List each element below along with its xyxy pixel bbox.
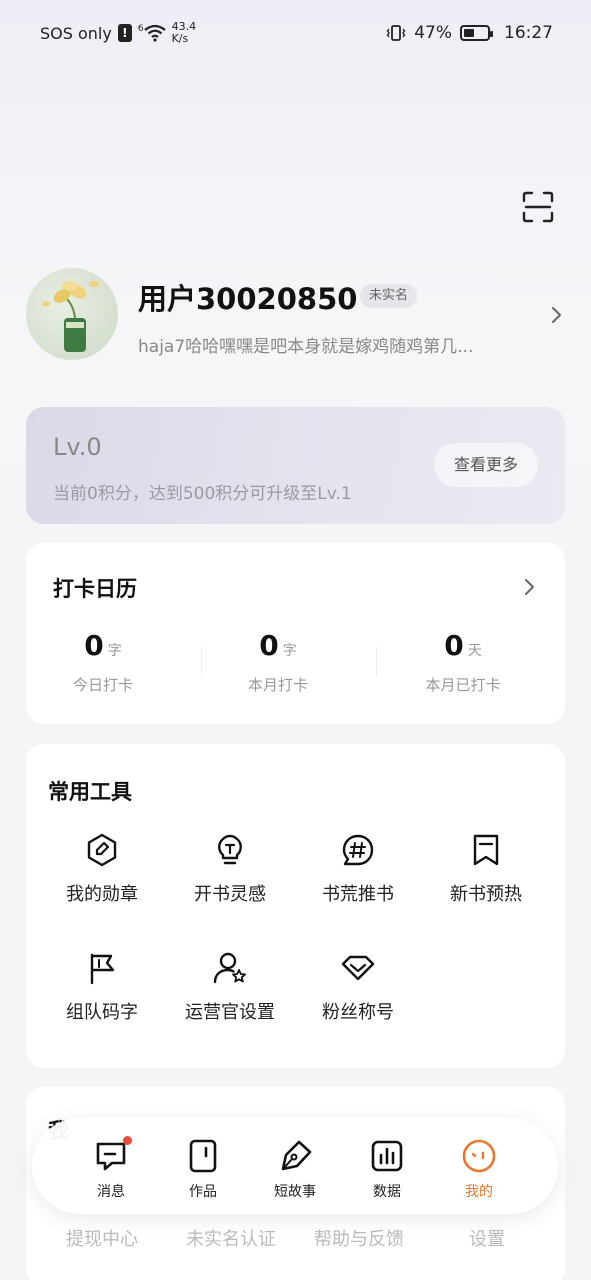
- vibrate-icon: [386, 25, 406, 41]
- profile-face-icon: [462, 1139, 496, 1173]
- battery-fill: [464, 29, 475, 37]
- verify-status-badge: 未实名: [360, 284, 418, 308]
- tool-label: 运营官设置: [185, 1002, 275, 1023]
- stat-value: 0: [259, 629, 279, 662]
- pen-icon: [281, 1140, 312, 1171]
- clock: 16:27: [504, 23, 553, 43]
- stat-label: 本月打卡: [247, 676, 308, 694]
- tool-label: 组队码字: [66, 1002, 138, 1023]
- nav-data[interactable]: 数据: [352, 1138, 422, 1201]
- stat-unit: 天: [467, 643, 482, 659]
- level-title: Lv.0: [53, 433, 102, 461]
- nav-label: 我的: [465, 1184, 493, 1200]
- tool-new-book-preheat[interactable]: 新书预热: [422, 832, 550, 906]
- stat-unit: 字: [107, 643, 122, 659]
- chart-icon: [371, 1140, 403, 1172]
- tool-book-inspiration[interactable]: 开书灵感: [166, 832, 294, 906]
- status-right: 47% 16:27: [386, 23, 553, 43]
- network-speed: 43.4 K/s: [172, 21, 197, 45]
- stat-value: 0: [444, 629, 464, 662]
- tool-label: 书荒推书: [322, 884, 394, 905]
- divider: [201, 647, 202, 677]
- user-star-icon: [213, 952, 246, 984]
- lightbulb-icon: [218, 834, 242, 865]
- scan-icon[interactable]: [522, 191, 554, 223]
- stat-unit: 字: [282, 643, 297, 659]
- profile-header[interactable]: 用户30020850 未实名 haja7哈哈嘿嘿是吧本身就是嫁鸡随鸡第几...: [26, 268, 565, 362]
- tool-label: 新书预热: [450, 884, 522, 905]
- withdraw-center-item[interactable]: 提现中心: [37, 1225, 167, 1251]
- unread-badge: [123, 1136, 132, 1145]
- wifi-icon: 6: [138, 24, 166, 42]
- username: 用户30020850: [138, 282, 358, 316]
- chevron-right-icon[interactable]: [523, 578, 535, 596]
- hashtag-bubble-icon: [342, 834, 374, 866]
- works-icon: [189, 1139, 217, 1173]
- alert-icon: !: [117, 24, 132, 42]
- tool-label: 开书灵感: [194, 884, 266, 905]
- avatar-plant-icon: [42, 281, 99, 352]
- tool-label: 我的勋章: [66, 884, 138, 905]
- stat-today: 0字 今日打卡: [28, 629, 178, 695]
- nav-mine[interactable]: 我的: [444, 1138, 514, 1201]
- nav-messages[interactable]: 消息: [76, 1136, 146, 1201]
- avatar[interactable]: [26, 268, 118, 360]
- bottom-nav: 消息 作品 短故事 数据 我的: [32, 1118, 558, 1214]
- tool-team-writing[interactable]: 组队码字: [38, 950, 166, 1024]
- view-more-button[interactable]: 查看更多: [434, 443, 538, 487]
- tool-my-medals[interactable]: 我的勋章: [38, 832, 166, 906]
- app-screen: SOS only ! 6 43.4 K/s 47% 16:27 用户300208…: [0, 0, 591, 1280]
- stat-month-days: 0天 本月已打卡: [388, 629, 538, 695]
- battery-icon: [460, 25, 493, 41]
- checkin-calendar-card[interactable]: 打卡日历 0字 今日打卡 0字 本月打卡 0天 本月已打卡: [26, 543, 565, 724]
- checkin-title: 打卡日历: [53, 577, 137, 601]
- nav-works[interactable]: 作品: [168, 1138, 238, 1201]
- status-left: SOS only ! 6 43.4 K/s: [40, 21, 196, 45]
- tool-label: 粉丝称号: [322, 1002, 394, 1023]
- stat-month: 0字 本月打卡: [203, 629, 353, 695]
- battery-percent: 47%: [414, 23, 452, 43]
- tool-book-recommend[interactable]: 书荒推书: [294, 832, 422, 906]
- tool-operator-settings[interactable]: 运营官设置: [166, 950, 294, 1024]
- level-card: Lv.0 当前0积分，达到500积分可升级至Lv.1 查看更多: [26, 407, 565, 524]
- carrier-text: SOS only: [40, 23, 112, 43]
- status-bar: SOS only ! 6 43.4 K/s 47% 16:27: [0, 0, 591, 66]
- medal-icon: [87, 833, 117, 867]
- nav-label: 作品: [189, 1184, 217, 1200]
- nav-label: 短故事: [274, 1184, 316, 1200]
- settings-item[interactable]: 设置: [422, 1225, 552, 1251]
- flag-icon: [90, 953, 115, 985]
- nav-label: 数据: [373, 1184, 401, 1200]
- stat-label: 本月已打卡: [425, 676, 501, 694]
- bookmark-icon: [473, 834, 499, 866]
- heart-badge-icon: [341, 955, 375, 981]
- common-tools-card: 常用工具 我的勋章 开书灵感 书荒推书 新书预热 组队码字 运营官设置 粉丝称号: [26, 744, 565, 1068]
- stat-label: 今日打卡: [72, 676, 133, 694]
- level-description: 当前0积分，达到500积分可升级至Lv.1: [53, 484, 352, 504]
- profile-bio: haja7哈哈嘿嘿是吧本身就是嫁鸡随鸡第几...: [138, 337, 474, 357]
- stat-value: 0: [84, 629, 104, 662]
- chevron-right-icon[interactable]: [549, 306, 563, 324]
- nav-short-stories[interactable]: 短故事: [260, 1138, 330, 1201]
- tools-title: 常用工具: [48, 780, 132, 804]
- real-name-auth-item[interactable]: 未实名认证: [166, 1225, 296, 1251]
- nav-label: 消息: [97, 1184, 125, 1200]
- divider: [376, 647, 377, 677]
- help-feedback-item[interactable]: 帮助与反馈: [294, 1225, 424, 1251]
- tool-fan-titles[interactable]: 粉丝称号: [294, 950, 422, 1024]
- speed-unit: K/s: [171, 32, 189, 45]
